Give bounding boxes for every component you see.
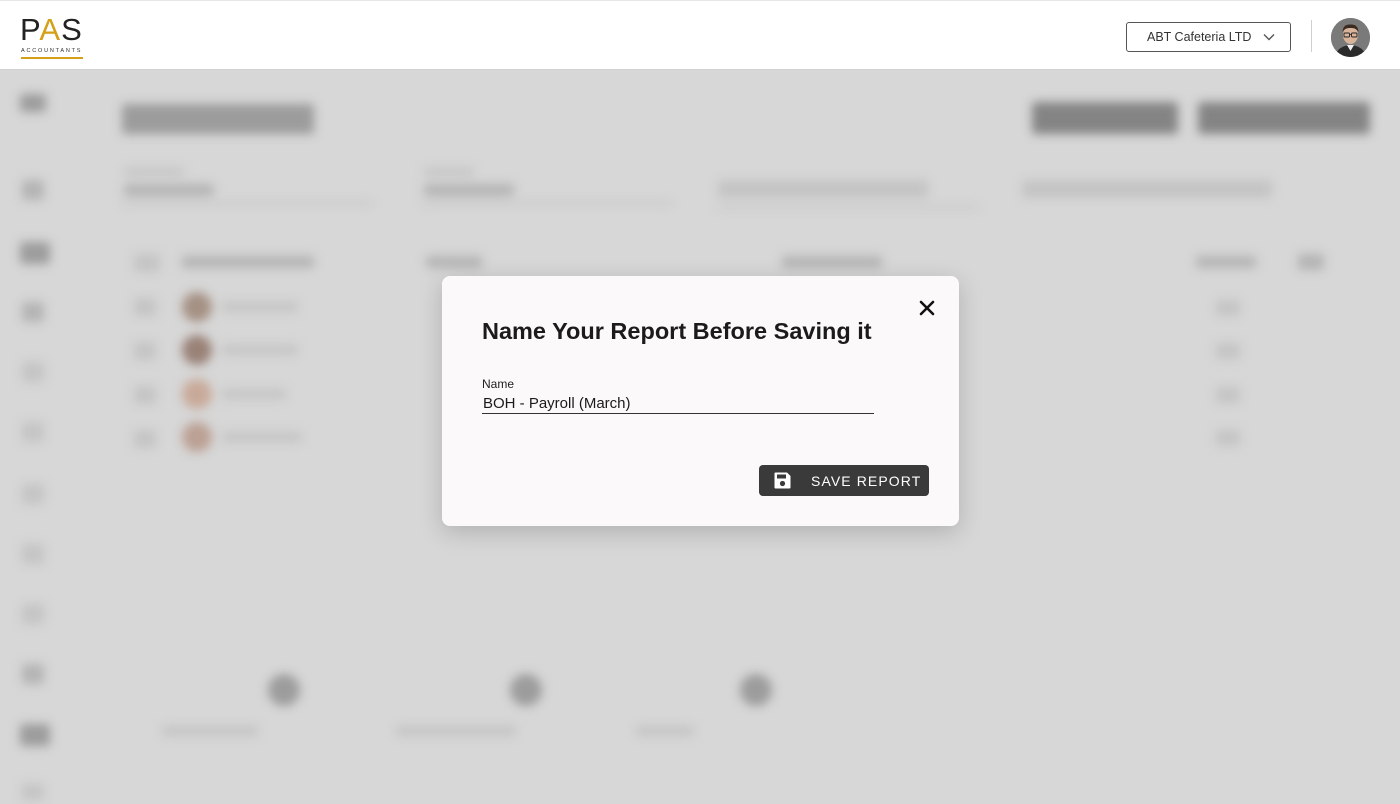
company-select-value: ABT Cafeteria LTD	[1147, 30, 1252, 44]
company-logo[interactable]: PAS ACCOUNTANTS	[20, 13, 84, 61]
logo-subtitle: ACCOUNTANTS	[21, 48, 83, 54]
report-name-input[interactable]	[482, 393, 874, 414]
header-divider	[1311, 20, 1312, 52]
floppy-disk-icon	[774, 472, 791, 489]
avatar-photo	[1331, 18, 1370, 57]
save-report-label: SAVE REPORT	[811, 473, 922, 489]
company-select[interactable]: ABT Cafeteria LTD	[1126, 22, 1291, 52]
close-button[interactable]	[916, 297, 938, 319]
name-field-label: Name	[482, 377, 515, 391]
avatar[interactable]	[1331, 18, 1370, 57]
logo-wordmark: PAS	[20, 12, 83, 47]
dialog-title: Name Your Report Before Saving it	[482, 318, 872, 344]
app-header: PAS ACCOUNTANTS ABT Cafeteria LTD	[0, 0, 1400, 70]
save-report-button[interactable]: SAVE REPORT	[759, 465, 929, 496]
chevron-down-icon	[1263, 34, 1275, 41]
save-report-dialog: Name Your Report Before Saving it Name S…	[442, 276, 959, 526]
close-icon	[919, 300, 935, 316]
logo-underline	[21, 57, 83, 59]
